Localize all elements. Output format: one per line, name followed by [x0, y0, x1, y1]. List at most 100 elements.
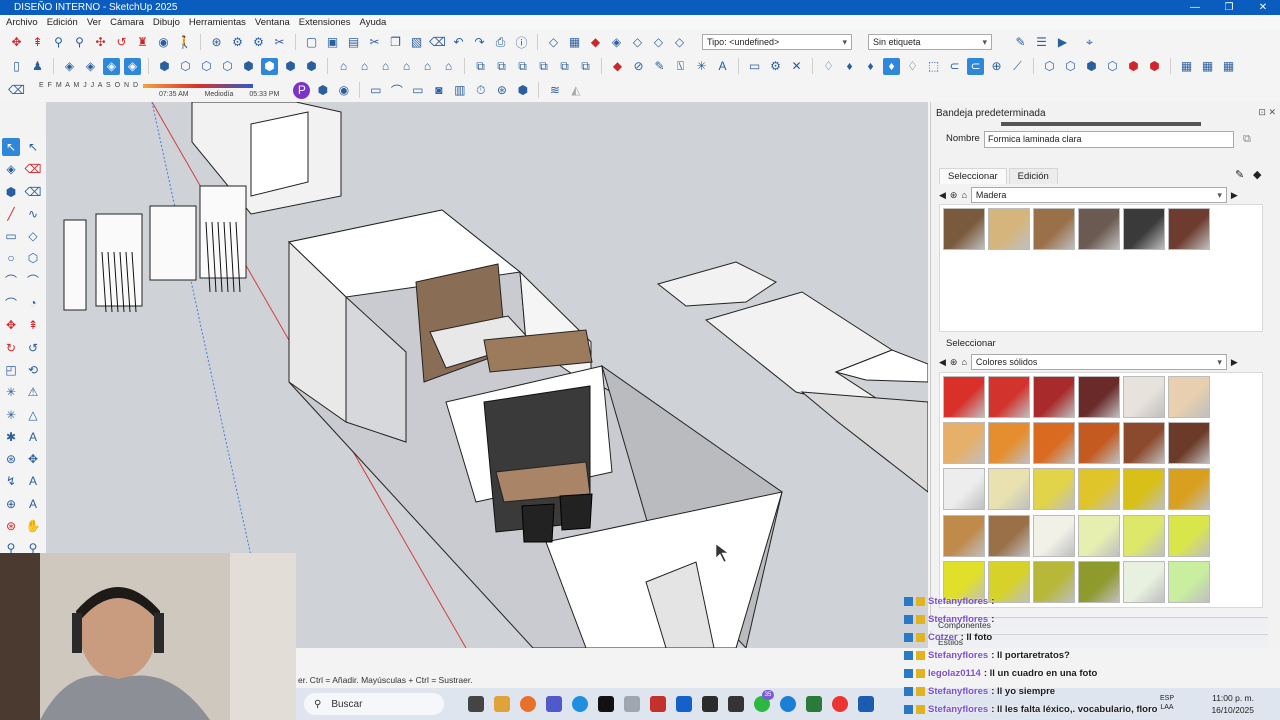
open-file-icon[interactable]: ▣ — [324, 34, 341, 51]
drop-1-icon[interactable]: ♢ — [820, 58, 837, 75]
menu-ventana[interactable]: Ventana — [255, 15, 290, 30]
home-icon-2[interactable]: ⌂ — [961, 357, 966, 367]
pie-icon[interactable]: ◔ — [24, 294, 42, 312]
layers-icon[interactable]: ≋ — [546, 82, 563, 99]
menu-camara[interactable]: Cámara — [110, 15, 144, 30]
house-6-icon[interactable]: ⌂ — [440, 58, 457, 75]
copy-icon[interactable]: ❐ — [387, 34, 404, 51]
chart-icon[interactable]: ▥ — [451, 82, 468, 99]
material-name-field[interactable]: Formica laminada clara — [984, 131, 1234, 148]
paint-bucket-icon[interactable]: ◈ — [2, 160, 20, 178]
arc-2-icon[interactable]: ⌒ — [24, 272, 42, 290]
dotted-square-icon[interactable]: ⬚ — [925, 58, 942, 75]
cube-icon[interactable]: ⬢ — [314, 82, 331, 99]
tab-edicion[interactable]: Edición — [1008, 168, 1058, 184]
radio-icon[interactable]: ◉ — [335, 82, 352, 99]
offset-icon[interactable]: ⟲ — [24, 361, 42, 379]
forward-icon[interactable]: ⊛ — [950, 190, 958, 201]
cross-icon[interactable]: ✕ — [788, 58, 805, 75]
measure-icon[interactable]: ⊘ — [630, 58, 647, 75]
label-tool-icon[interactable]: ↯ — [2, 472, 20, 490]
outlook-icon[interactable] — [676, 696, 692, 712]
section-2-icon[interactable]: ⧉ — [493, 58, 510, 75]
eraser-icon[interactable]: ⌫ — [8, 82, 25, 99]
tape-icon[interactable]: ✳ — [2, 383, 20, 401]
drop-4-icon[interactable]: ♦ — [883, 57, 900, 75]
location-pin-icon[interactable]: ⌖ — [1081, 34, 1098, 51]
menu-extensiones[interactable]: Extensiones — [299, 15, 351, 30]
home-icon[interactable]: ⌂ — [961, 190, 966, 200]
zoom-window-icon[interactable]: ⚲ — [71, 34, 88, 51]
firefox-icon[interactable] — [520, 696, 536, 712]
house-2-icon[interactable]: ⌂ — [356, 58, 373, 75]
solid-6-icon[interactable]: ⬢ — [1146, 58, 1163, 75]
zoom-extents-icon[interactable]: ✣ — [92, 34, 109, 51]
solid-swatch-9[interactable] — [1078, 422, 1120, 465]
solid-swatch-13[interactable] — [988, 468, 1030, 511]
move-tool-icon[interactable]: ✥ — [2, 316, 20, 334]
solid-swatch-23[interactable] — [1168, 514, 1210, 557]
details-arrow-icon-2[interactable]: ▶ — [1231, 357, 1238, 368]
section-6-icon[interactable]: ⧉ — [577, 58, 594, 75]
move-icon[interactable]: ✥ — [8, 34, 25, 51]
solid-swatch-21[interactable] — [1078, 514, 1120, 557]
model-info-icon[interactable]: ⓘ — [513, 34, 530, 51]
dimension-tool-icon[interactable]: ✳ — [2, 406, 20, 424]
shaded-view-icon[interactable]: ⬢ — [261, 57, 278, 75]
magnet-2-icon[interactable]: ⊂ — [967, 57, 984, 75]
task-view-icon[interactable] — [468, 696, 484, 712]
library-dropdown-1[interactable]: Madera — [970, 187, 1227, 203]
sketchup-icon[interactable] — [728, 696, 744, 712]
render-1-icon[interactable]: ⊛ — [493, 82, 510, 99]
solid-swatch-0[interactable] — [943, 376, 985, 418]
textured-view-icon[interactable]: ⬢ — [282, 58, 299, 75]
text-label-icon[interactable]: A — [24, 495, 42, 513]
type-dropdown[interactable]: Tipo: <undefined> — [702, 34, 852, 50]
outliner-icon[interactable]: ☰ — [1033, 34, 1050, 51]
axes-icon[interactable]: ✳ — [693, 58, 710, 75]
add-point-icon[interactable]: ⊕ — [988, 58, 1005, 75]
text-icon[interactable]: A — [714, 58, 731, 75]
tab-seleccionar[interactable]: Seleccionar — [939, 168, 1007, 184]
pin-icon[interactable]: ◆ — [609, 58, 626, 75]
taskbar-search[interactable]: ⚲ Buscar — [304, 693, 444, 715]
create-material-icon[interactable]: ⧉ — [1243, 133, 1251, 146]
terminal-icon[interactable] — [702, 696, 718, 712]
solid-swatch-8[interactable] — [1033, 422, 1075, 465]
sandbox-grid-icon[interactable]: ▦ — [566, 34, 583, 51]
protractor-2-icon[interactable]: △ — [24, 406, 42, 424]
rotate-tool-icon[interactable]: ↻ — [2, 339, 20, 357]
house-3-icon[interactable]: ⌂ — [377, 58, 394, 75]
orbit-tool-icon[interactable]: ⊕ — [2, 495, 20, 513]
wood-swatch-0[interactable] — [943, 208, 985, 250]
house-5-icon[interactable]: ⌂ — [419, 58, 436, 75]
back-view-icon[interactable]: ⬢ — [240, 58, 257, 75]
arc-3-icon[interactable]: ⌒ — [2, 294, 20, 312]
whatsapp-icon[interactable]: 35 — [754, 690, 774, 712]
dimension-icon[interactable]: ⍂ — [672, 58, 689, 75]
chrome-icon[interactable] — [832, 696, 848, 712]
warehouse-icon[interactable]: ◭ — [567, 82, 584, 99]
shadow-time-slider[interactable] — [143, 83, 254, 88]
house-1-icon[interactable]: ⌂ — [335, 58, 352, 75]
pencil-line-icon[interactable]: ✎ — [651, 58, 668, 75]
pan-icon[interactable]: ✋ — [24, 517, 42, 535]
menu-ayuda[interactable]: Ayuda — [360, 15, 387, 30]
orbit-2-icon[interactable]: ⊛ — [2, 517, 20, 535]
wood-swatch-5[interactable] — [1168, 208, 1210, 250]
terrain-1-icon[interactable]: ▦ — [1178, 58, 1195, 75]
hidden-line-icon[interactable]: ◈ — [124, 57, 141, 75]
pushpull-tool-icon[interactable]: ⇞ — [24, 316, 42, 334]
drop-3-icon[interactable]: ♦ — [862, 58, 879, 75]
solid-1-icon[interactable]: ⬡ — [1041, 58, 1058, 75]
scale-icon[interactable]: ◰ — [2, 361, 20, 379]
rectangle-icon[interactable]: ▭ — [2, 227, 20, 245]
file-explorer-icon[interactable] — [494, 696, 510, 712]
tray-controls[interactable]: ⊡ ✕ — [1258, 107, 1276, 118]
wood-swatch-4[interactable] — [1123, 208, 1165, 250]
solid-swatch-17[interactable] — [1168, 468, 1210, 511]
flow-icon[interactable]: ▭ — [409, 82, 426, 99]
previous-view-icon[interactable]: ↺ — [113, 34, 130, 51]
bucket-icon[interactable]: ◆ — [1253, 168, 1261, 181]
cloud-gear-icon[interactable]: ⚙ — [250, 34, 267, 51]
